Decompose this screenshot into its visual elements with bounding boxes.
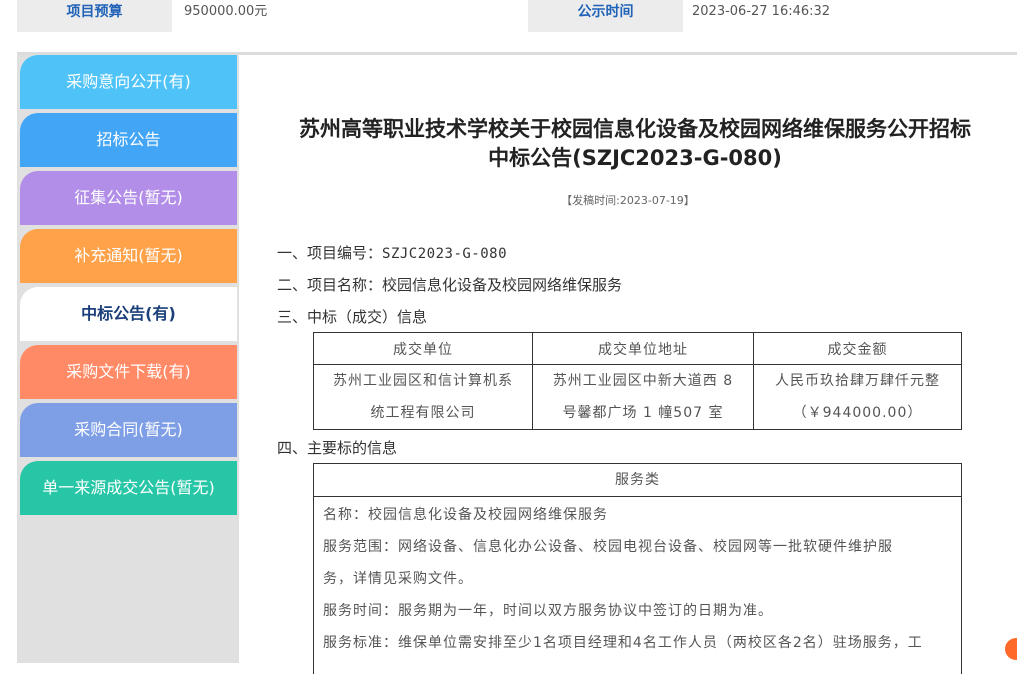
publish-time-label: 公示时间	[528, 0, 683, 32]
column-header: 成交单位地址	[532, 332, 754, 365]
service-scope-cont: 务，详情见采购文件。	[323, 571, 473, 587]
sidebar-item-document-download[interactable]: 采购文件下载(有)	[20, 345, 237, 399]
budget-value: 950000.00元	[184, 4, 268, 19]
winner-address: 苏州工业园区中新大道西 8	[532, 364, 754, 397]
sidebar-item-single-source[interactable]: 单一来源成交公告(暂无)	[20, 461, 237, 515]
sidebar-item-supplementary[interactable]: 补充通知(暂无)	[20, 229, 237, 283]
project-number: SZJC2023-G-080	[382, 246, 508, 262]
column-header: 成交金额	[753, 332, 962, 365]
sidebar-item-label: 单一来源成交公告(暂无)	[42, 478, 215, 497]
winner-name: 苏州工业园区和信计算机系	[313, 364, 533, 397]
sidebar-item-contract[interactable]: 采购合同(暂无)	[20, 403, 237, 457]
sidebar-item-label: 采购文件下载(有)	[66, 362, 191, 381]
winner-address-cont: 号馨都广场 1 幢507 室	[532, 397, 754, 430]
section-project-number: 一、项目编号：SZJC2023-G-080	[277, 242, 507, 263]
sidebar-item-award-notice[interactable]: 中标公告(有)	[20, 287, 237, 341]
publish-time-value: 2023-06-27 16:46:32	[692, 4, 831, 19]
notice-type-sidebar: 采购意向公开(有) 招标公告 征集公告(暂无) 补充通知(暂无) 中标公告(有)…	[17, 55, 239, 663]
title-line-1: 苏州高等职业技术学校关于校园信息化设备及校园网络维保服务公开招标	[299, 117, 971, 141]
service-name: 名称：校园信息化设备及校园网络维保服务	[323, 507, 608, 523]
table-row: 苏州工业园区和信计算机系 苏州工业园区中新大道西 8 人民币玖拾肆万肆仟元整	[313, 364, 962, 397]
budget-label: 项目预算	[17, 0, 172, 32]
sidebar-item-label: 征集公告(暂无)	[74, 188, 183, 207]
table-header-row: 成交单位 成交单位地址 成交金额	[313, 332, 962, 365]
column-header: 成交单位	[313, 332, 533, 365]
winner-name-cont: 统工程有限公司	[313, 397, 533, 430]
page-title: 苏州高等职业技术学校关于校园信息化设备及校园网络维保服务公开招标 中标公告(SZ…	[279, 115, 991, 173]
section-award-info: 三、中标（成交）信息	[277, 308, 428, 326]
sidebar-item-label: 中标公告(有)	[81, 304, 176, 323]
title-line-2: 中标公告(SZJC2023-G-080)	[488, 146, 782, 170]
service-info-box: 服务类 名称：校园信息化设备及校园网络维保服务 服务范围：网络设备、信息化办公设…	[313, 463, 962, 674]
table-row: 统工程有限公司 号馨都广场 1 幢507 室 （￥944000.00）	[313, 397, 962, 430]
post-date: 【发稿时间:2023-07-19】	[561, 194, 695, 207]
sidebar-item-label: 采购意向公开(有)	[66, 72, 191, 91]
sidebar-item-solicitation[interactable]: 征集公告(暂无)	[20, 171, 237, 225]
award-amount-figure: （￥944000.00）	[753, 397, 962, 430]
sidebar-item-tender-notice[interactable]: 招标公告	[20, 113, 237, 167]
service-standard: 服务标准：维保单位需安排至少1名项目经理和4名工作人员（两校区各2名）驻场服务，…	[323, 635, 923, 651]
section-project-name: 二、项目名称：校园信息化设备及校园网络维保服务	[277, 274, 622, 295]
sidebar-item-label: 招标公告	[96, 130, 161, 149]
section-main-subject: 四、主要标的信息	[277, 439, 398, 457]
sidebar-item-label: 补充通知(暂无)	[74, 246, 183, 265]
award-amount: 人民币玖拾肆万肆仟元整	[753, 364, 962, 397]
sidebar-item-procurement-intent[interactable]: 采购意向公开(有)	[20, 55, 237, 109]
service-period: 服务时间：服务期为一年，时间以双方服务协议中签订的日期为准。	[323, 603, 773, 619]
service-category-header: 服务类	[314, 464, 961, 497]
project-name: 校园信息化设备及校园网络维保服务	[382, 276, 623, 294]
sidebar-item-label: 采购合同(暂无)	[74, 420, 183, 439]
notice-content: 苏州高等职业技术学校关于校园信息化设备及校园网络维保服务公开招标 中标公告(SZ…	[239, 55, 1017, 674]
section-label: 二、项目名称：	[277, 276, 383, 294]
award-table: 成交单位 成交单位地址 成交金额 苏州工业园区和信计算机系 苏州工业园区中新大道…	[313, 332, 962, 430]
project-info-strip: 项目预算 950000.00元 公示时间 2023-06-27 16:46:32	[17, 0, 1017, 32]
section-label: 一、项目编号：	[277, 244, 383, 262]
service-scope: 服务范围：网络设备、信息化办公设备、校园电视台设备、校园网等一批软硬件维护服	[323, 539, 893, 555]
